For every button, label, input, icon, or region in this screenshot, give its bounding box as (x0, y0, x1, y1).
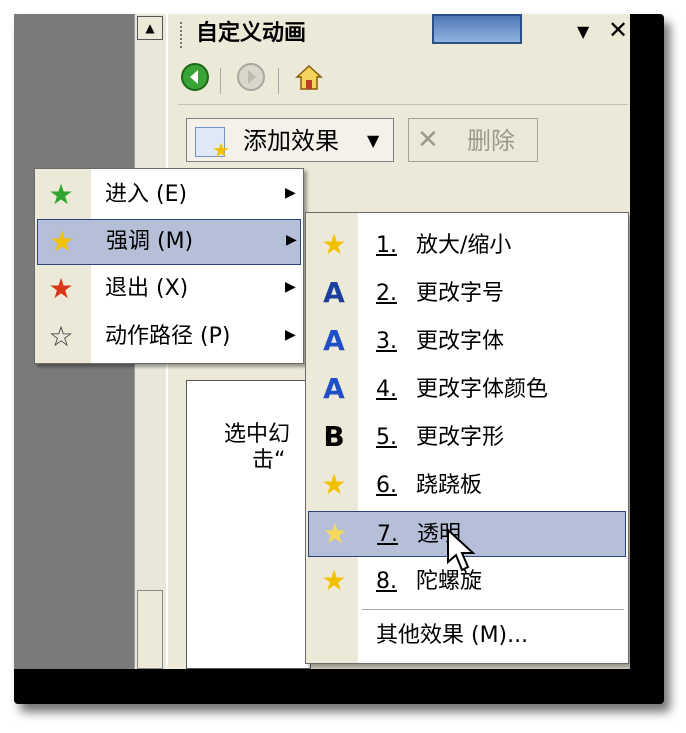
teeter-star-icon: ★ (321, 468, 347, 501)
pane-grip[interactable] (180, 22, 185, 48)
item-label: 更改字体 (416, 329, 505, 354)
outline-star-icon: ☆ (48, 320, 74, 353)
add-effect-icon: ★ (195, 127, 230, 162)
menu-item-exit[interactable]: ★ 退出 (X) ▶ (37, 267, 301, 313)
item-number: 7. (377, 522, 398, 547)
submenu-arrow-icon: ▶ (285, 185, 296, 201)
item-number: 6. (376, 473, 397, 498)
pane-title: 自定义动画 (196, 21, 307, 46)
menu-item-motion-path[interactable]: ☆ 动作路径 (P) ▶ (37, 315, 301, 361)
menu-item-entrance[interactable]: ★ 进入 (E) ▶ (37, 173, 301, 219)
item-label: 跷跷板 (416, 473, 483, 498)
emphasis-submenu: ★ 1. 放大/缩小 A 2. 更改字号 A 3. 更改字体 A 4. 更改字体… (305, 212, 629, 664)
item-label: 更改字号 (416, 281, 505, 306)
menu-item-label: 进入 (E) (105, 182, 188, 207)
home-icon[interactable] (292, 62, 326, 98)
submenu-separator (362, 609, 624, 610)
chevron-down-icon: ▼ (367, 131, 380, 150)
pane-divider (178, 104, 628, 105)
scroll-up-button[interactable]: ▲ (137, 16, 163, 40)
submenu-item-grow-shrink[interactable]: ★ 1. 放大/缩小 (308, 223, 626, 269)
bold-icon: B (323, 420, 345, 453)
grow-star-icon: ★ (321, 228, 347, 261)
submenu-item-change-font-color[interactable]: A 4. 更改字体颜色 (308, 367, 626, 413)
font-icon: A (323, 324, 345, 357)
item-number: 1. (376, 233, 397, 258)
transparent-star-icon: ★ (322, 517, 348, 550)
submenu-item-change-font-style[interactable]: B 5. 更改字形 (308, 415, 626, 461)
submenu-item-change-font[interactable]: A 3. 更改字体 (308, 319, 626, 365)
submenu-arrow-icon: ▶ (285, 279, 296, 295)
add-effect-label: 添加效果 (243, 127, 339, 155)
menu-item-label: 退出 (X) (105, 276, 189, 301)
delete-icon: ✕ (417, 125, 439, 155)
pane-menu-arrow-icon[interactable]: ▼ (577, 22, 589, 41)
submenu-item-teeter[interactable]: ★ 6. 跷跷板 (308, 463, 626, 509)
item-label: 放大/缩小 (416, 233, 512, 258)
menu-item-label: 动作路径 (P) (105, 324, 231, 349)
submenu-arrow-icon: ▶ (285, 327, 296, 343)
pane-close-icon[interactable]: ✕ (608, 16, 628, 44)
font-size-icon: A (323, 276, 345, 309)
office-logo (432, 14, 522, 44)
menu-item-label: 强调 (M) (106, 229, 194, 254)
delete-label: 删除 (467, 127, 515, 155)
effect-category-menu: ★ 进入 (E) ▶ ★ 强调 (M) ▶ ★ 退出 (X) ▶ ☆ 动作路径 … (34, 168, 304, 364)
mouse-cursor-icon (447, 528, 476, 572)
submenu-item-change-font-size[interactable]: A 2. 更改字号 (308, 271, 626, 317)
menu-item-emphasis[interactable]: ★ 强调 (M) ▶ (37, 219, 301, 265)
add-effect-button[interactable]: ★ 添加效果 ▼ (186, 118, 394, 162)
spin-star-icon: ★ (321, 564, 347, 597)
item-label: 更改字体颜色 (416, 377, 549, 402)
hint-text-line2: 击“ (252, 448, 286, 473)
item-label: 更改字形 (416, 425, 505, 450)
red-star-icon: ★ (48, 272, 74, 305)
green-star-icon: ★ (48, 178, 74, 211)
item-number: 2. (376, 281, 397, 306)
more-effects-item[interactable]: 其他效果 (M)... (376, 621, 528, 651)
scroll-thumb[interactable] (137, 590, 163, 669)
font-color-icon: A (323, 372, 345, 405)
forward-icon (234, 62, 268, 98)
submenu-arrow-icon: ▶ (286, 232, 297, 248)
back-icon[interactable] (178, 62, 212, 98)
item-number: 4. (376, 377, 397, 402)
yellow-star-icon: ★ (49, 225, 75, 258)
item-number: 3. (376, 329, 397, 354)
item-number: 8. (376, 569, 397, 594)
delete-button: ✕ 删除 (408, 118, 538, 162)
item-number: 5. (376, 425, 397, 450)
